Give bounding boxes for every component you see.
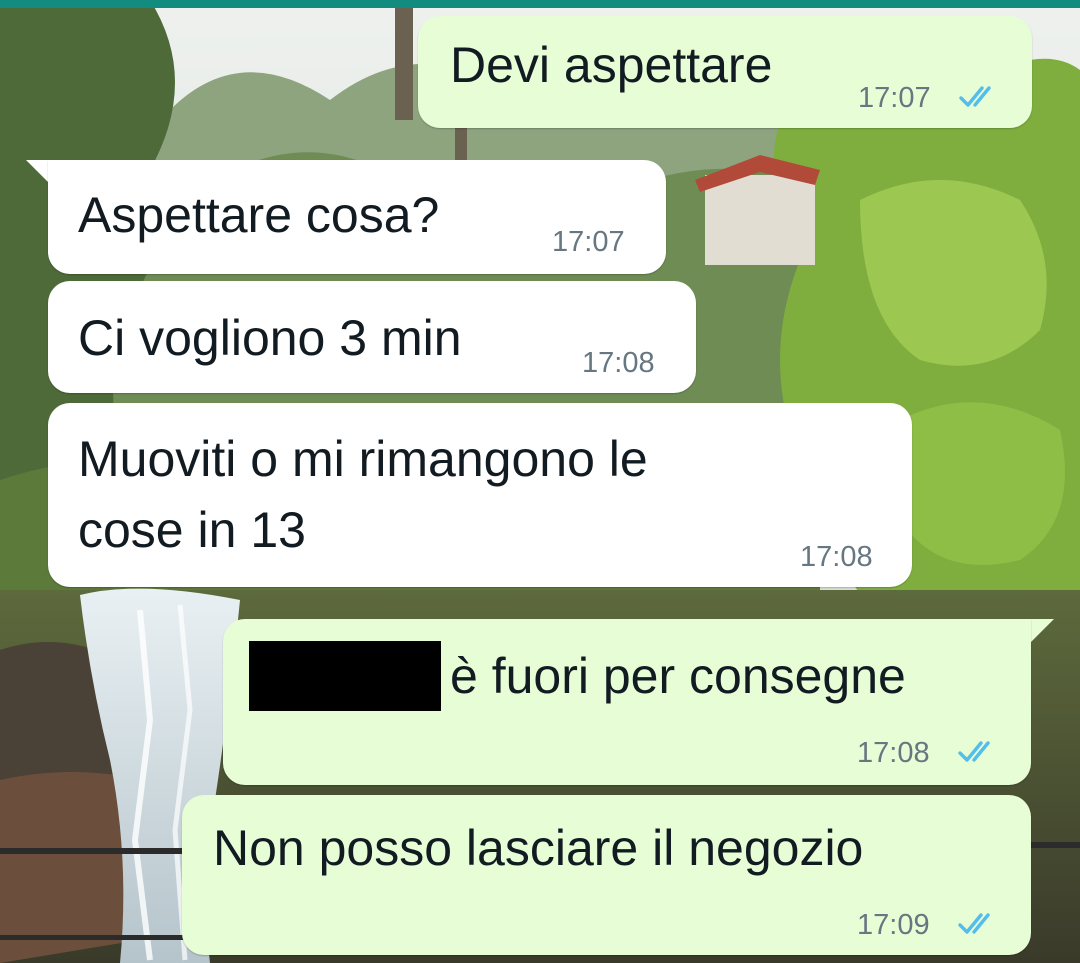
message-outgoing[interactable]: è fuori per consegne 17:08 <box>223 619 1031 785</box>
message-text: è fuori per consegne <box>450 648 906 704</box>
double-check-icon <box>959 86 991 107</box>
message-time: 17:08 <box>857 737 930 769</box>
double-check-icon <box>958 741 990 762</box>
message-incoming[interactable]: Ci vogliono 3 min 17:08 <box>48 281 696 393</box>
message-time: 17:09 <box>857 909 930 941</box>
message-text: Ci vogliono 3 min <box>78 310 462 366</box>
message-outgoing[interactable]: Non posso lasciare il negozio 17:09 <box>182 795 1031 955</box>
message-text: Non posso lasciare il negozio <box>213 820 864 876</box>
message-time: 17:07 <box>858 82 931 114</box>
message-incoming[interactable]: Muoviti o mi rimangono le cose in 13 17:… <box>48 403 912 587</box>
message-time: 17:08 <box>582 347 655 379</box>
message-text: Aspettare cosa? <box>78 187 440 243</box>
double-check-icon <box>958 913 990 934</box>
message-text-line1: Muoviti o mi rimangono le <box>78 431 648 487</box>
message-text: Devi aspettare <box>450 37 773 93</box>
redacted-name <box>249 641 441 711</box>
app-top-bar-edge <box>0 0 1080 8</box>
message-time: 17:08 <box>800 541 873 573</box>
message-text-line2: cose in 13 <box>78 502 306 558</box>
message-time: 17:07 <box>552 226 625 258</box>
message-outgoing[interactable]: Devi aspettare 17:07 <box>418 16 1032 128</box>
message-incoming[interactable]: Aspettare cosa? 17:07 <box>48 160 666 274</box>
